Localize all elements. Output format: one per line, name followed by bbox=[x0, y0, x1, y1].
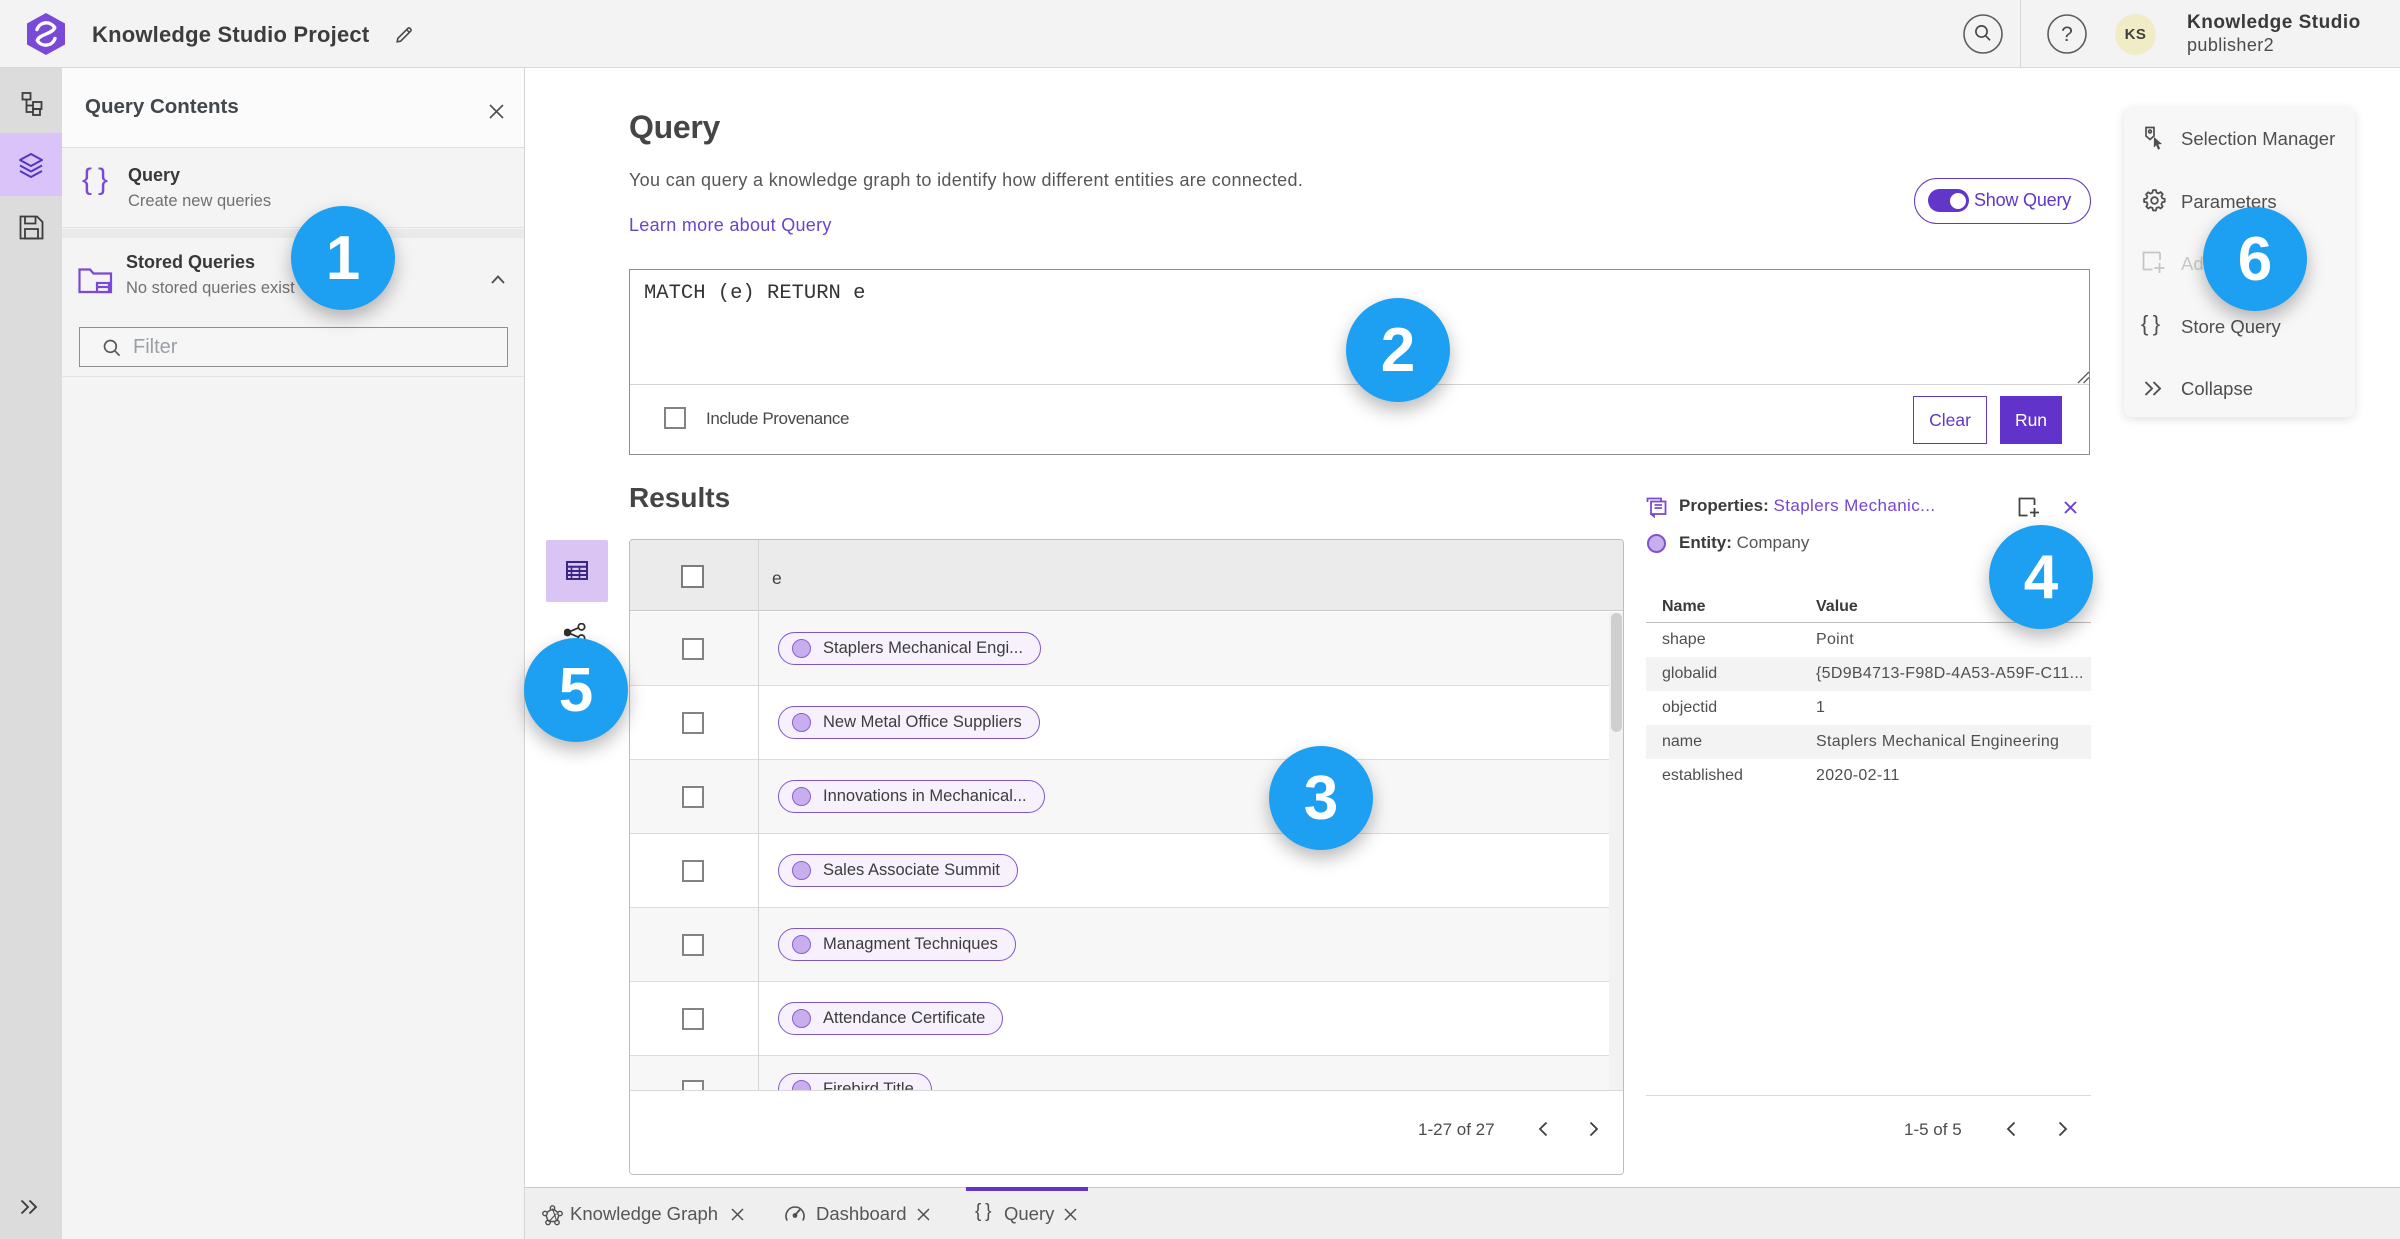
svg-text:?: ? bbox=[2061, 23, 2073, 46]
